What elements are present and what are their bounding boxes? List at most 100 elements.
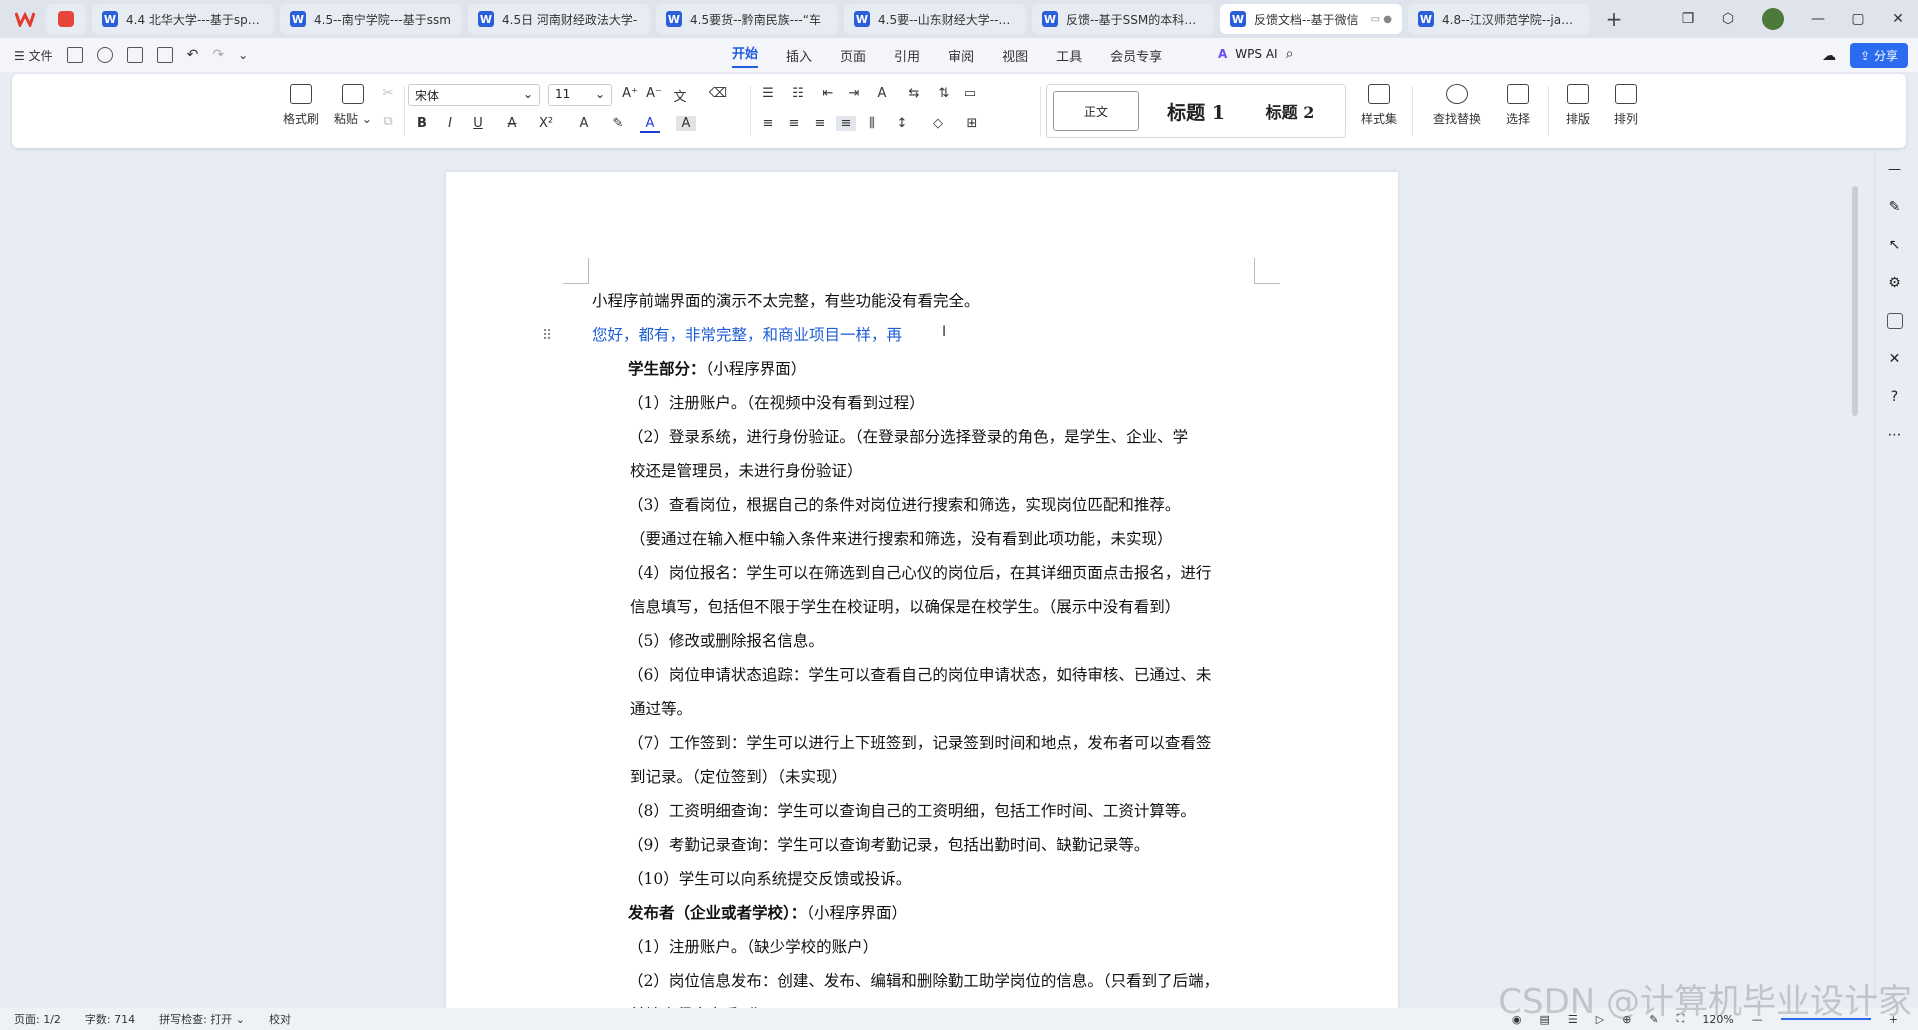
- undo-icon[interactable]: ↶: [187, 47, 199, 63]
- copy-icon[interactable]: ⧉: [378, 114, 398, 129]
- search-icon[interactable]: ⌕: [1286, 46, 1294, 62]
- more-icon[interactable]: ⋯: [1888, 427, 1902, 443]
- justify-icon[interactable]: ≡: [836, 116, 856, 131]
- redo-icon[interactable]: ↷: [212, 47, 224, 63]
- chinese-layout-icon[interactable]: A: [872, 86, 892, 101]
- save-icon[interactable]: [66, 47, 83, 63]
- word-count[interactable]: 字数: 714: [85, 1011, 135, 1027]
- distribute-icon[interactable]: ⫼: [862, 116, 882, 131]
- scroll-thumb[interactable]: [1852, 186, 1858, 416]
- tools-icon[interactable]: ✕: [1889, 351, 1901, 367]
- cube-icon[interactable]: ⬡: [1708, 11, 1748, 27]
- decrease-indent-icon[interactable]: ⇤: [818, 86, 838, 101]
- image-edit-icon[interactable]: [1886, 313, 1903, 329]
- cut-icon[interactable]: ✂: [378, 86, 398, 101]
- text-effect-icon[interactable]: A: [574, 116, 594, 131]
- arrange-button[interactable]: 排列: [1604, 84, 1648, 127]
- bold-icon[interactable]: B: [412, 116, 432, 131]
- wps-ai-button[interactable]: A WPS AI ⌕: [1218, 46, 1293, 62]
- italic-icon[interactable]: I: [440, 116, 460, 131]
- key-icon[interactable]: [96, 47, 113, 63]
- format-painter-button[interactable]: 格式刷: [276, 84, 326, 127]
- help-icon[interactable]: ?: [1891, 389, 1898, 405]
- superscript-icon[interactable]: X²: [536, 116, 556, 131]
- close-icon[interactable]: ✕: [1878, 11, 1918, 27]
- new-tab-button[interactable]: +: [1596, 7, 1632, 31]
- more-chevron-icon[interactable]: ⌄: [238, 48, 248, 62]
- cloud-icon[interactable]: ☁: [1822, 48, 1836, 64]
- underline-icon[interactable]: U: [468, 116, 488, 131]
- shading-icon[interactable]: ◇: [928, 116, 948, 131]
- tab-label: 4.5--南宁学院---基于ssm: [314, 12, 451, 27]
- vertical-scrollbar[interactable]: [1850, 150, 1860, 1000]
- document-tab[interactable]: W 4.5日 河南财经政法大学-: [468, 4, 650, 34]
- document-body[interactable]: 小程序前端界面的演示不太完整，有些功能没有看完全。 您好，都有，非常完整，和商业项…: [592, 284, 1272, 1008]
- align-left-icon[interactable]: ≡: [758, 116, 778, 131]
- char-shading-icon[interactable]: A: [676, 116, 696, 131]
- numbered-list-icon[interactable]: ☷: [788, 86, 808, 101]
- document-tab[interactable]: W 反馈--基于SSM的本科毕业: [1032, 4, 1214, 34]
- shrink-font-icon[interactable]: A⁻: [644, 86, 664, 101]
- paragraph-drag-handle-icon[interactable]: ⠿: [542, 328, 552, 344]
- ribbon-tab[interactable]: 页面: [840, 46, 866, 65]
- page-counter[interactable]: 页面: 1/2: [14, 1011, 61, 1027]
- font-size-select[interactable]: 11 ⌄: [548, 84, 612, 106]
- settings-sliders-icon[interactable]: ⚙: [1888, 275, 1901, 291]
- strikethrough-icon[interactable]: A: [502, 116, 522, 131]
- phonetic-icon[interactable]: 文: [670, 86, 690, 105]
- document-tab[interactable]: W 4.5要--山东财经大学--基于: [844, 4, 1026, 34]
- ribbon-tab[interactable]: 视图: [1002, 46, 1028, 65]
- align-right-icon[interactable]: ≡: [810, 116, 830, 131]
- ribbon-tab[interactable]: 会员专享: [1110, 46, 1162, 65]
- document-tab[interactable]: W 4.4 北华大学---基于spring: [92, 4, 274, 34]
- document-tab[interactable]: W 4.5要货--黔南民族---“车: [656, 4, 838, 34]
- font-color-icon[interactable]: A: [640, 116, 660, 133]
- ribbon-tab[interactable]: 工具: [1056, 46, 1082, 65]
- ribbon-tab[interactable]: 插入: [786, 46, 812, 65]
- spell-check-toggle[interactable]: 拼写检查: 打开 ⌄: [159, 1011, 245, 1027]
- document-tab[interactable]: W 4.5--南宁学院---基于ssm: [280, 4, 462, 34]
- bullet-list-icon[interactable]: ☰: [758, 86, 778, 101]
- style-normal-button[interactable]: 正文: [1053, 91, 1139, 131]
- line-spacing-icon[interactable]: ↕: [892, 116, 912, 131]
- style-set-button[interactable]: 样式集: [1352, 84, 1406, 127]
- ribbon-tab[interactable]: 开始: [732, 43, 759, 68]
- document-tab[interactable]: W 反馈文档--基于微信 ▭ ●: [1220, 4, 1402, 34]
- maximize-icon[interactable]: ▢: [1838, 11, 1878, 27]
- highlight-icon[interactable]: ✎: [608, 116, 628, 131]
- style-heading2-button[interactable]: 标题 2: [1245, 91, 1335, 131]
- grow-font-icon[interactable]: A⁺: [620, 86, 640, 101]
- minimize-panel-icon[interactable]: —: [1888, 162, 1901, 177]
- eraser-icon[interactable]: ⌫: [708, 86, 728, 101]
- preview-icon[interactable]: [156, 47, 173, 63]
- proofread-button[interactable]: 校对: [269, 1011, 291, 1027]
- document-tab[interactable]: W 4.8--江汉师范学院--javaw: [1408, 4, 1590, 34]
- pen-icon[interactable]: ✎: [1889, 199, 1901, 215]
- font-family-select[interactable]: 宋体 ⌄: [408, 84, 540, 106]
- restore-icon[interactable]: ❐: [1668, 11, 1708, 27]
- align-center-icon[interactable]: ≡: [784, 116, 804, 131]
- increase-indent-icon[interactable]: ⇥: [844, 86, 864, 101]
- paste-button[interactable]: 粘贴 ⌄: [330, 84, 376, 127]
- print-icon[interactable]: [126, 47, 143, 63]
- text-direction-icon[interactable]: ⇆: [904, 86, 924, 101]
- avatar[interactable]: [1762, 8, 1784, 30]
- sort-icon[interactable]: ⇅: [934, 86, 954, 101]
- style-heading1-button[interactable]: 标题 1: [1151, 91, 1241, 131]
- pointer-icon[interactable]: ↖: [1889, 237, 1901, 253]
- pdf-icon: [58, 11, 74, 27]
- select-button[interactable]: 选择: [1496, 84, 1540, 127]
- tab-pdf[interactable]: [46, 4, 86, 34]
- wps-logo-icon[interactable]: [8, 5, 42, 33]
- minimize-icon[interactable]: —: [1798, 11, 1838, 27]
- ribbon-tab[interactable]: 引用: [894, 46, 920, 65]
- document-page[interactable]: ⠿ 小程序前端界面的演示不太完整，有些功能没有看完全。 您好，都有，非常完整，和商…: [446, 172, 1398, 1008]
- tab-status-icon[interactable]: ▭ ●: [1371, 14, 1392, 25]
- file-menu[interactable]: ☰ 文件: [14, 47, 53, 64]
- show-marks-icon[interactable]: ▭: [960, 86, 980, 101]
- find-replace-button[interactable]: 查找替换: [1424, 84, 1490, 127]
- layout-button[interactable]: 排版: [1556, 84, 1600, 127]
- share-button[interactable]: ⇪ 分享: [1850, 43, 1908, 68]
- ribbon-tab[interactable]: 审阅: [948, 46, 974, 65]
- border-icon[interactable]: ⊞: [962, 116, 982, 131]
